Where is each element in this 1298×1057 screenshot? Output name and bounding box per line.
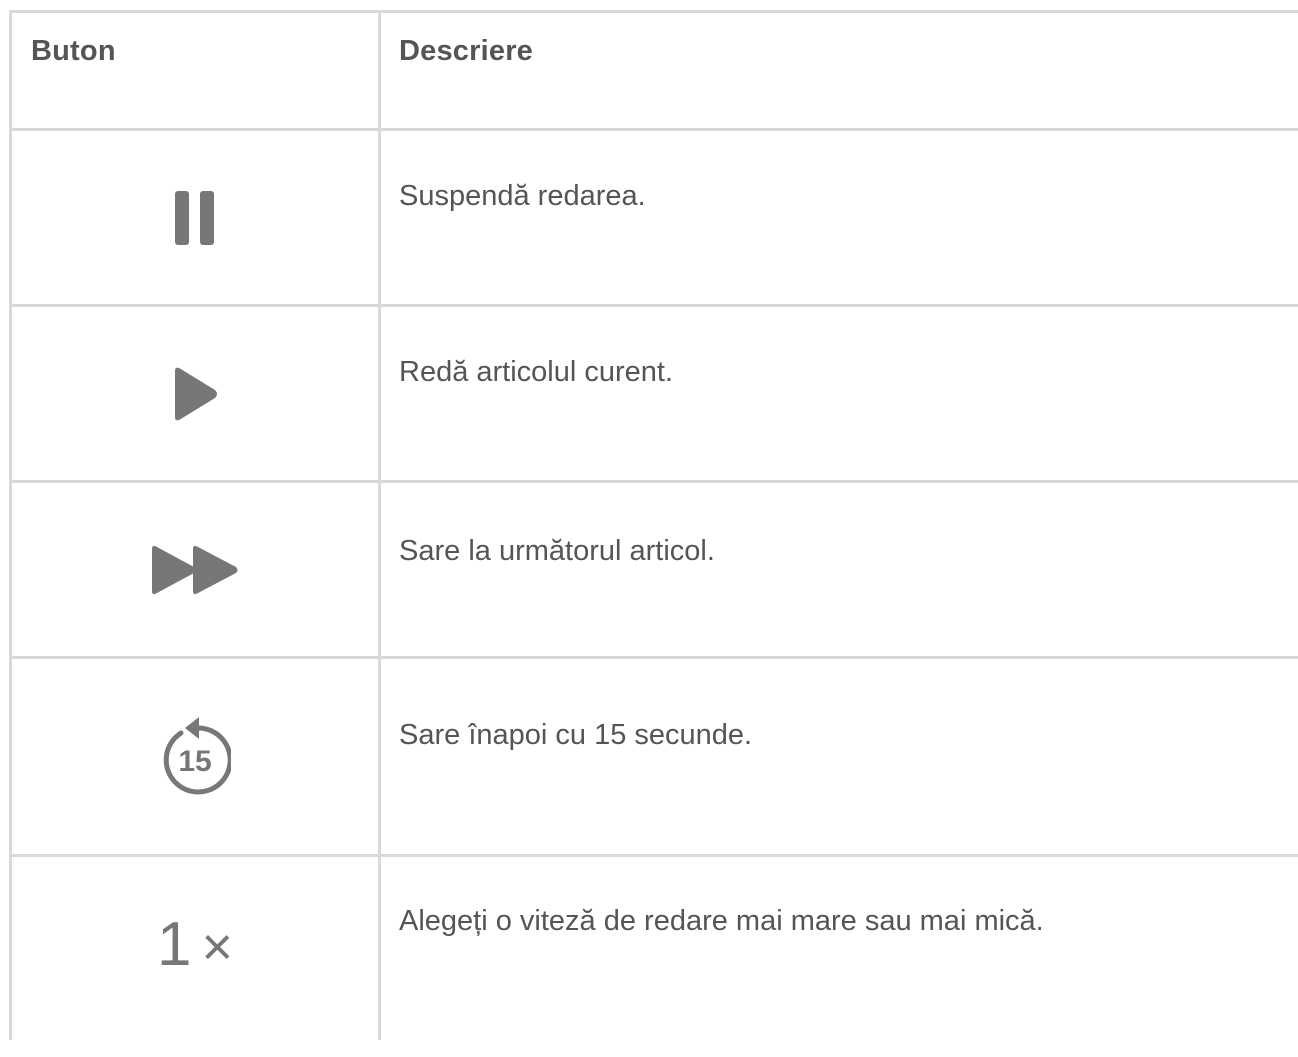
header-button: Buton <box>31 35 116 67</box>
row-description: Sare la următorul articol. <box>399 535 715 567</box>
play-icon <box>171 366 219 422</box>
table-row: 1 × Alegeți o viteză de redare mai mare s… <box>12 857 1298 1057</box>
icon-cell: 15 <box>12 659 378 854</box>
table-row: Suspendă redarea. <box>12 131 1298 307</box>
table-row: 15 Sare înapoi cu 15 secunde. <box>12 659 1298 857</box>
icon-cell: 1 × <box>12 857 378 1033</box>
table-row: Sare la următorul articol. <box>12 483 1298 659</box>
pause-icon <box>173 190 217 245</box>
icon-cell <box>12 131 378 304</box>
row-description: Suspendă redarea. <box>399 180 646 212</box>
table-header-row: Buton Descriere <box>12 13 1298 131</box>
speed-multiplier-symbol: × <box>201 917 234 977</box>
skip-back-15-label: 15 <box>178 745 211 778</box>
table-row: Redă articolul curent. <box>12 307 1298 483</box>
row-description: Sare înapoi cu 15 secunde. <box>399 719 753 751</box>
icon-cell <box>12 483 378 656</box>
playback-speed-icon: 1 × <box>157 914 233 976</box>
fast-forward-icon <box>150 544 240 596</box>
row-description: Redă articolul curent. <box>399 356 674 388</box>
controls-table: Buton Descriere Suspendă redarea. Redă a… <box>9 10 1298 1040</box>
row-description: Alegeți o viteză de redare mai mare sau … <box>399 905 1044 937</box>
header-description: Descriere <box>399 35 534 67</box>
skip-back-15-icon: 15 <box>159 716 231 797</box>
icon-cell <box>12 307 378 480</box>
speed-value: 1 <box>156 910 192 979</box>
